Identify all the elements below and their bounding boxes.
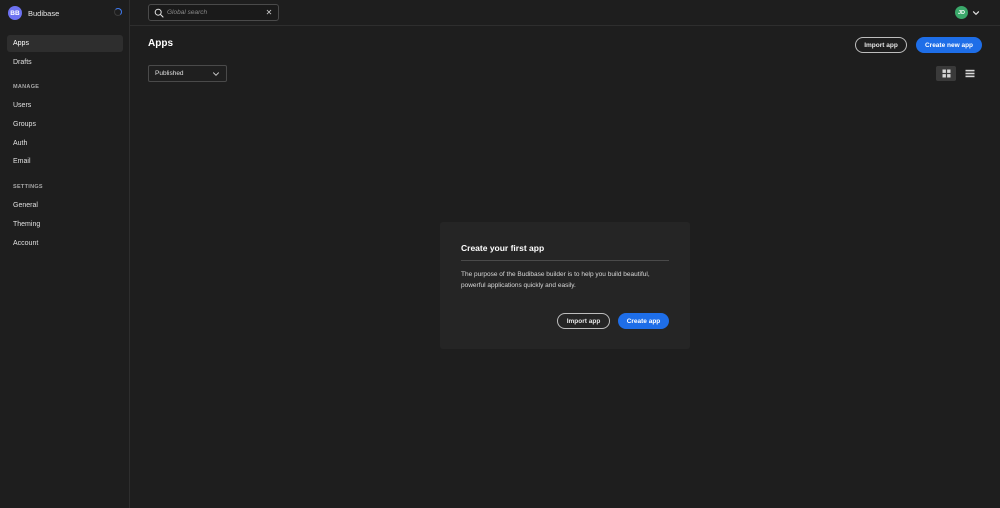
sidebar-item-theming[interactable]: Theming — [7, 216, 123, 233]
app-root: BB Budibase Apps Drafts MANAGE Users Gro… — [0, 0, 1000, 508]
empty-state-description: The purpose of the Budibase builder is t… — [461, 271, 650, 289]
sidebar-item-label: Users — [13, 102, 32, 109]
sidebar-item-label: Account — [13, 240, 39, 247]
sidebar-item-apps[interactable]: Apps — [7, 35, 123, 52]
brand-avatar: BB — [8, 6, 22, 20]
sidebar-item-users[interactable]: Users — [7, 97, 123, 114]
sidebar-item-drafts[interactable]: Drafts — [7, 54, 123, 71]
sidebar-item-auth[interactable]: Auth — [7, 135, 123, 152]
empty-state-card: Create your first app The purpose of the… — [440, 222, 690, 349]
sidebar-item-label: Drafts — [13, 59, 32, 66]
top-bar: ✕ JD — [130, 0, 1000, 26]
search-input[interactable] — [164, 5, 264, 20]
divider — [461, 260, 669, 261]
sidebar-item-general[interactable]: General — [7, 197, 123, 214]
sidebar-item-groups[interactable]: Groups — [7, 116, 123, 133]
section-label-settings: SETTINGS — [13, 184, 43, 190]
sidebar: BB Budibase Apps Drafts MANAGE Users Gro… — [0, 0, 130, 508]
sidebar-item-account[interactable]: Account — [7, 235, 123, 252]
sidebar-item-label: General — [13, 202, 38, 209]
empty-state-title: Create your first app — [461, 243, 545, 253]
search-icon — [154, 8, 164, 18]
sidebar-item-label: Groups — [13, 121, 36, 128]
clear-icon[interactable]: ✕ — [264, 8, 274, 18]
loading-spinner-icon — [114, 8, 122, 16]
brand-name: Budibase — [28, 8, 60, 18]
sidebar-item-email[interactable]: Email — [7, 153, 123, 170]
sidebar-item-label: Email — [13, 158, 31, 165]
sidebar-item-label: Apps — [13, 40, 29, 47]
user-menu[interactable]: JD — [955, 6, 980, 19]
section-label-manage: MANAGE — [13, 84, 40, 90]
select-value: Published — [155, 70, 184, 77]
avatar: JD — [955, 6, 968, 19]
grid-view-button[interactable] — [936, 66, 956, 81]
import-app-button-secondary[interactable]: Import app — [557, 313, 610, 329]
sidebar-item-label: Auth — [13, 140, 28, 147]
create-app-button[interactable]: Create app — [618, 313, 669, 329]
brand[interactable]: BB Budibase — [8, 6, 124, 20]
status-filter-select[interactable]: Published — [148, 65, 227, 82]
chevron-down-icon — [213, 71, 219, 76]
global-search[interactable]: ✕ — [148, 4, 279, 21]
chevron-down-icon — [972, 10, 980, 15]
create-new-app-button[interactable]: Create new app — [916, 37, 982, 53]
grid-icon — [942, 69, 950, 78]
sidebar-item-label: Theming — [13, 221, 41, 228]
page-title: Apps — [148, 38, 173, 49]
import-app-button[interactable]: Import app — [855, 37, 907, 53]
list-view-button[interactable] — [960, 66, 980, 81]
list-icon — [965, 69, 975, 78]
